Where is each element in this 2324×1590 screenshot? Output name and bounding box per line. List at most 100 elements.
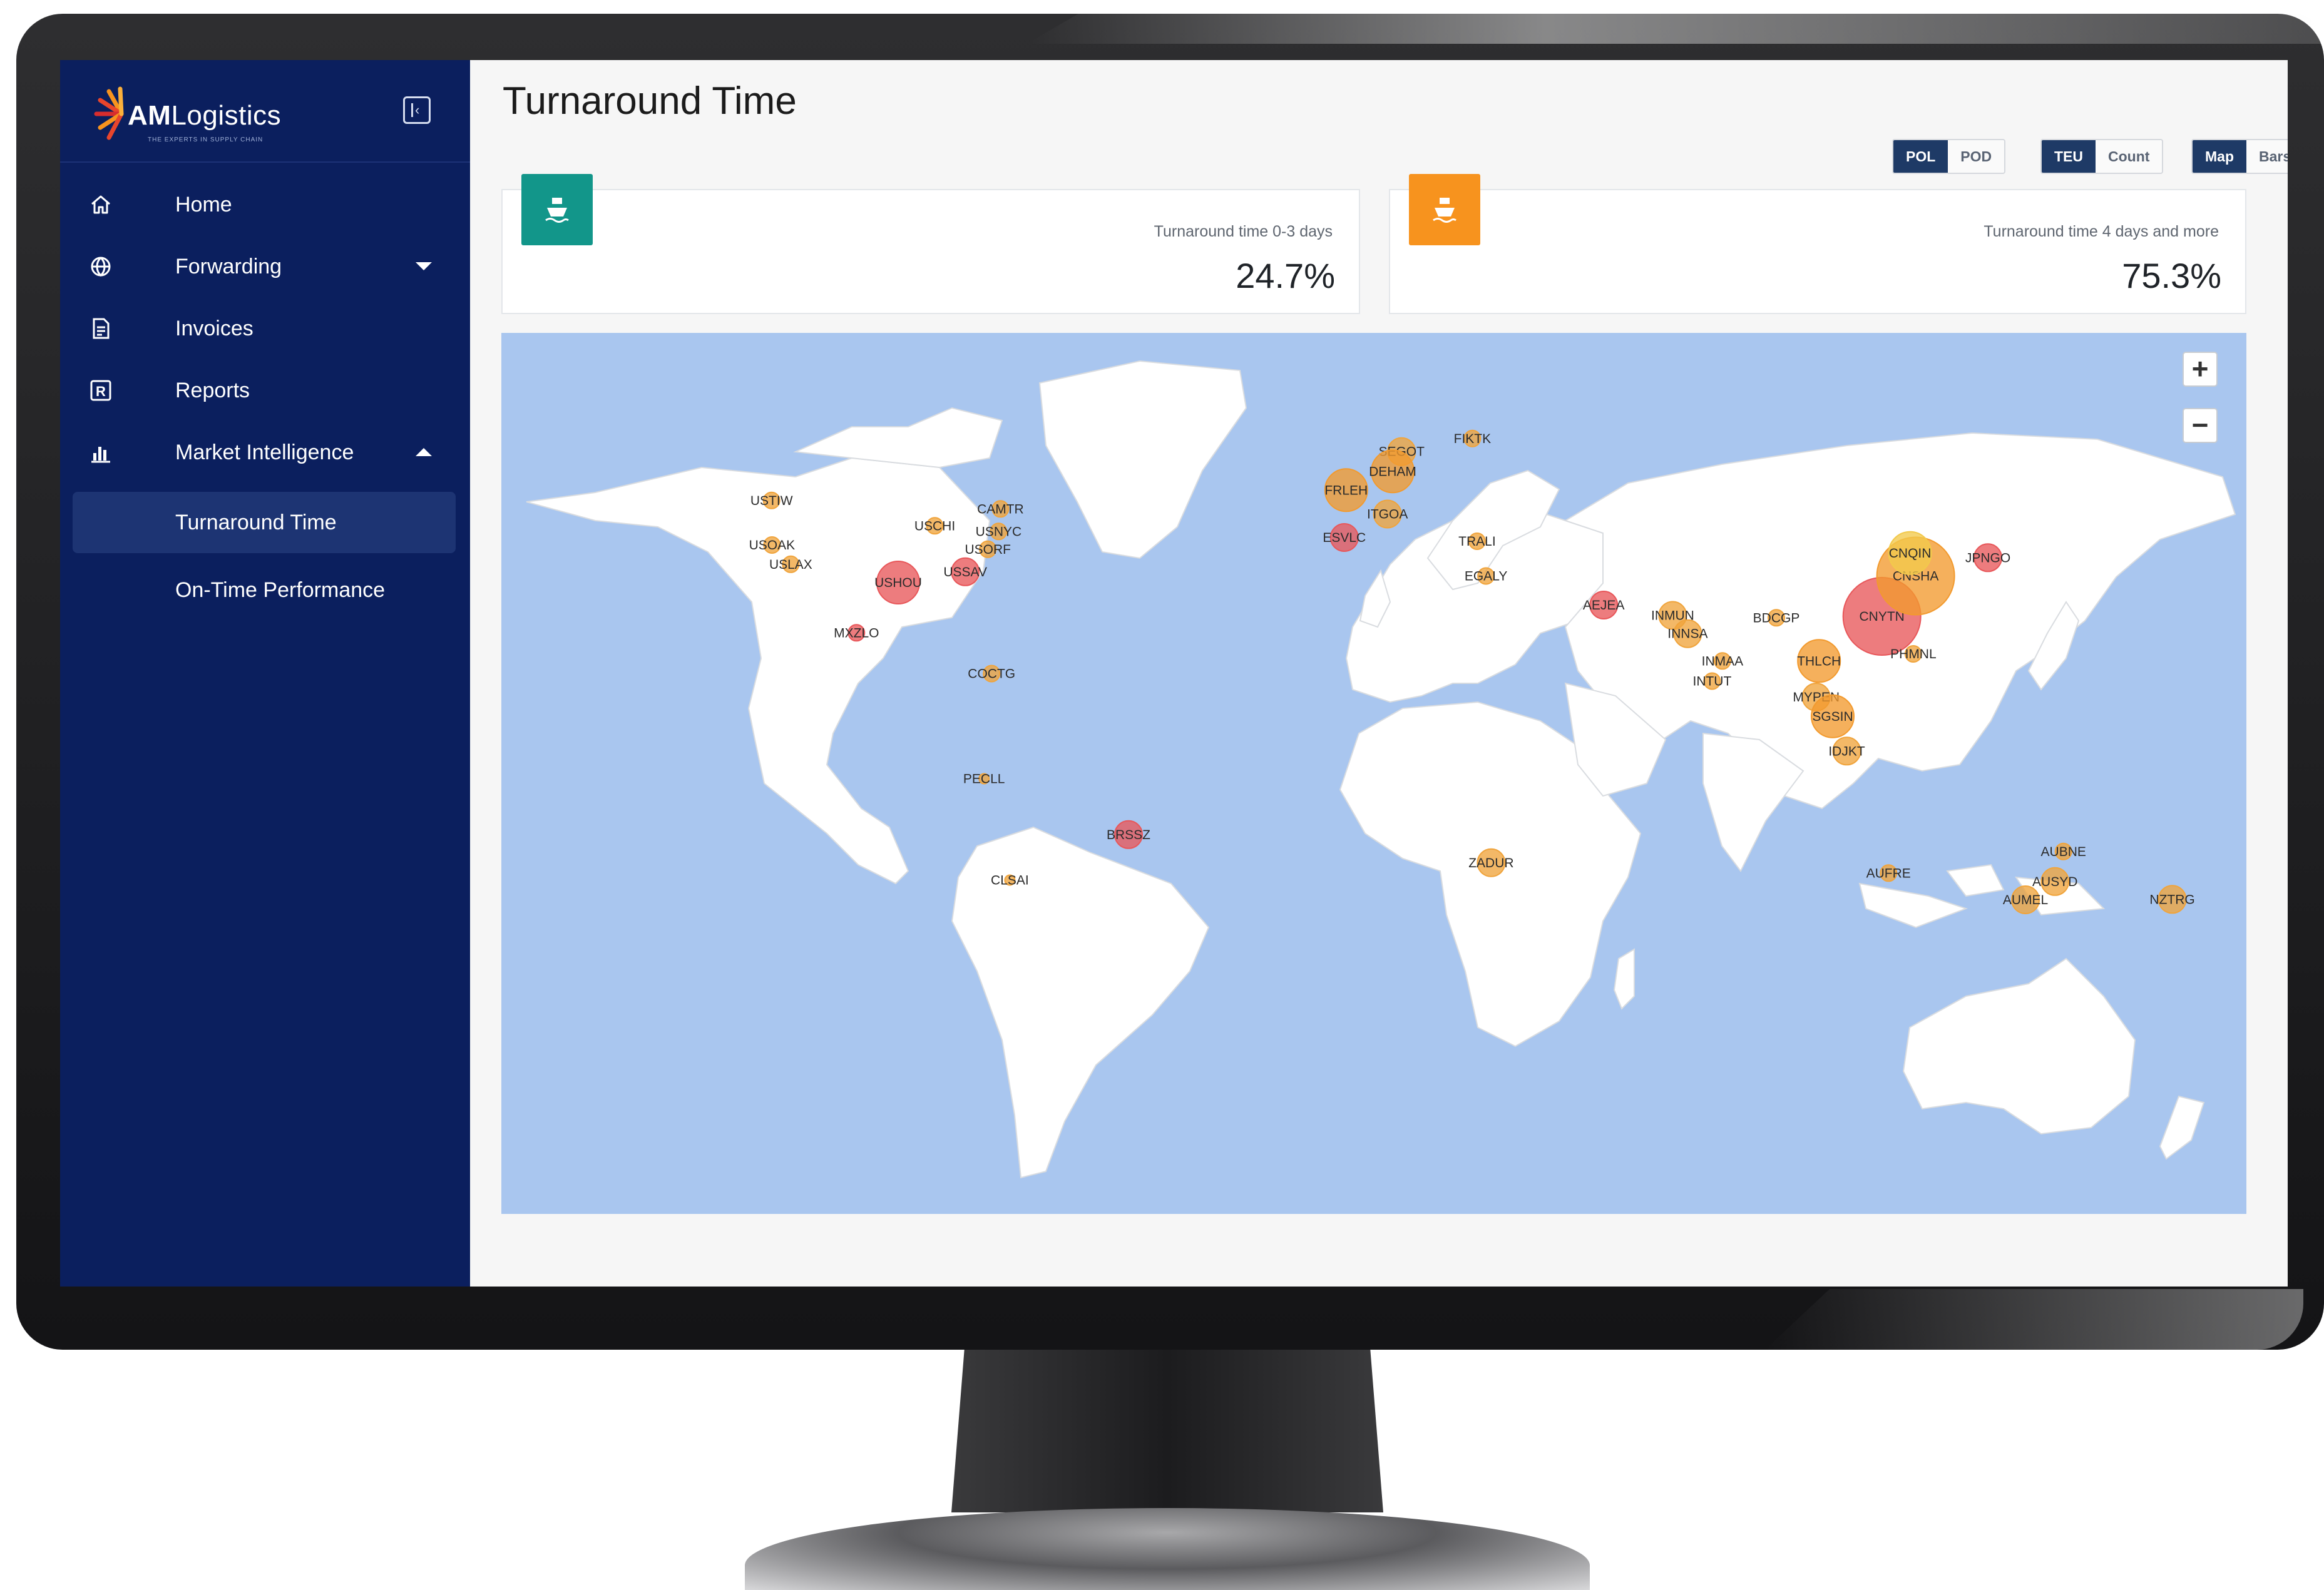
kpi-card-long: Turnaround time 4 days and more 75.3% bbox=[1389, 174, 2246, 314]
map-canvas: FIKTKSEGOTDEHAMFRLEHITGOAESVLCTRALIEGALY… bbox=[526, 360, 2236, 1179]
sidebar-item-forwarding[interactable]: Forwarding bbox=[60, 241, 470, 291]
toggle-teu-button[interactable]: TEU bbox=[2042, 140, 2096, 173]
sidebar-item-home[interactable]: Home bbox=[60, 179, 470, 229]
toggle-map-button[interactable]: Map bbox=[2193, 140, 2246, 173]
svg-text:R: R bbox=[96, 384, 106, 399]
port-label: BRSSZ bbox=[1107, 828, 1150, 842]
port-label: ZADUR bbox=[1468, 856, 1513, 870]
sidebar-item-market-intelligence[interactable]: Market Intelligence bbox=[60, 427, 470, 477]
logo[interactable]: AMLogistics THE EXPERTS IN SUPPLY CHAIN bbox=[90, 79, 441, 151]
port-label: INNSA bbox=[1667, 627, 1707, 641]
port-label: USSAV bbox=[943, 565, 987, 579]
main-content: Turnaround Time POL POD TEU Count Map Ba… bbox=[470, 60, 2288, 1287]
bezel-highlight bbox=[1026, 14, 2324, 44]
bezel-bottom-highlight bbox=[1765, 1289, 2303, 1350]
sidebar-item-label: Reports bbox=[175, 379, 250, 402]
kpi-value: 24.7% bbox=[1236, 256, 1335, 295]
toggle-pod-button[interactable]: POD bbox=[1948, 140, 2004, 173]
port-label: IDJKT bbox=[1828, 744, 1865, 758]
app-screen: AMLogistics THE EXPERTS IN SUPPLY CHAIN … bbox=[60, 60, 2288, 1287]
sidebar-item-invoices[interactable]: Invoices bbox=[60, 303, 470, 353]
port-label: NZTRG bbox=[2149, 892, 2194, 907]
measure-toggle: TEU Count bbox=[2040, 139, 2164, 174]
port-label: MXZLO bbox=[834, 626, 879, 640]
port-label: FIKTK bbox=[1454, 432, 1492, 446]
toggle-pol-button[interactable]: POL bbox=[1893, 140, 1948, 173]
port-label: CNQIN bbox=[1889, 546, 1932, 561]
bar-chart-icon bbox=[91, 447, 110, 463]
port-label: USOAK bbox=[749, 538, 796, 553]
port-label: AUBNE bbox=[2041, 845, 2086, 859]
chevron-up-icon bbox=[416, 448, 432, 456]
arctic-islands-landmass bbox=[793, 407, 1003, 469]
kpi-label: Turnaround time 4 days and more bbox=[1984, 223, 2219, 240]
port-label: ITGOA bbox=[1367, 507, 1408, 522]
port-label: PECLL bbox=[963, 772, 1005, 787]
madagascar-landmass bbox=[1613, 948, 1635, 1010]
sidebar-subitem-label: Turnaround Time bbox=[175, 511, 337, 534]
sidebar-item-reports[interactable]: R Reports bbox=[60, 365, 470, 415]
port-label: AUMEL bbox=[2003, 893, 2048, 907]
port-label: SGSIN bbox=[1812, 710, 1853, 724]
port-label: CLSAI bbox=[991, 874, 1029, 888]
home-icon bbox=[91, 195, 110, 214]
greenland-landmass bbox=[1038, 360, 1247, 559]
globe-icon bbox=[91, 257, 111, 277]
port-label: ESVLC bbox=[1323, 531, 1366, 545]
monitor-stand-base bbox=[745, 1508, 1590, 1590]
port-label: CNYTN bbox=[1860, 609, 1905, 624]
chevron-down-icon bbox=[416, 262, 432, 270]
kpi-value: 75.3% bbox=[2122, 256, 2221, 295]
collapse-sidebar-button[interactable]: ‹ bbox=[403, 96, 431, 124]
view-toggle: Map Bars bbox=[2191, 139, 2288, 174]
sidebar-item-label: Home bbox=[175, 193, 232, 217]
port-label: FRLEH bbox=[1324, 483, 1368, 497]
monitor-stand-neck bbox=[951, 1350, 1383, 1512]
ship-icon bbox=[1409, 174, 1480, 245]
port-label: USLAX bbox=[769, 558, 812, 572]
zoom-in-button[interactable]: + bbox=[2183, 352, 2218, 387]
port-label: INMAA bbox=[1702, 654, 1744, 668]
port-label: AUFRE bbox=[1866, 866, 1911, 880]
port-label: PHMNL bbox=[1890, 647, 1937, 661]
port-label: USCHI bbox=[914, 519, 955, 533]
port-label: TRALI bbox=[1458, 534, 1496, 549]
australia-landmass bbox=[1902, 957, 2136, 1135]
port-label: DEHAM bbox=[1369, 464, 1416, 479]
port-label: USTIW bbox=[750, 494, 793, 508]
collapse-icon: ‹ bbox=[415, 102, 420, 118]
port-label: AEJEA bbox=[1583, 598, 1625, 613]
port-label: EGALY bbox=[1465, 569, 1507, 584]
invoice-icon bbox=[93, 318, 110, 339]
reports-icon: R bbox=[90, 380, 111, 401]
toggle-bars-button[interactable]: Bars bbox=[2246, 140, 2288, 173]
page-title: Turnaround Time bbox=[503, 79, 797, 123]
world-map[interactable]: FIKTKSEGOTDEHAMFRLEHITGOAESVLCTRALIEGALY… bbox=[501, 333, 2246, 1214]
sidebar-item-label: Invoices bbox=[175, 317, 253, 340]
port-label: AUSYD bbox=[2032, 875, 2077, 889]
logo-tagline: THE EXPERTS IN SUPPLY CHAIN bbox=[148, 136, 264, 143]
zoom-out-button[interactable]: − bbox=[2183, 408, 2218, 443]
port-label: USNYC bbox=[976, 524, 1022, 539]
toggle-count-button[interactable]: Count bbox=[2096, 140, 2162, 173]
port-label: BDCGP bbox=[1753, 611, 1800, 625]
sidebar: AMLogistics THE EXPERTS IN SUPPLY CHAIN … bbox=[60, 60, 470, 1287]
port-label: THLCH bbox=[1797, 654, 1841, 668]
new-zealand-landmass bbox=[2159, 1095, 2205, 1160]
sidebar-divider bbox=[60, 161, 470, 163]
port-label: USORF bbox=[965, 543, 1011, 557]
port-label: COCTG bbox=[968, 667, 1015, 681]
port-label: INTUT bbox=[1692, 675, 1731, 689]
port-label: USHOU bbox=[874, 576, 922, 590]
port-label: JPNGO bbox=[1965, 551, 2010, 565]
sidebar-item-label: Market Intelligence bbox=[175, 441, 354, 464]
port-label: CAMTR bbox=[977, 502, 1024, 516]
kpi-card-short: Turnaround time 0-3 days 24.7% bbox=[501, 174, 1360, 314]
kpi-label: Turnaround time 0-3 days bbox=[1154, 223, 1333, 240]
logo-text: AMLogistics bbox=[128, 100, 282, 131]
ship-icon bbox=[521, 174, 593, 245]
sidebar-subitem-on-time-performance[interactable]: On-Time Performance bbox=[175, 578, 385, 602]
port-toggle: POL POD bbox=[1892, 139, 2006, 174]
monitor-mockup: AMLogistics THE EXPERTS IN SUPPLY CHAIN … bbox=[0, 0, 2324, 1590]
sidebar-item-label: Forwarding bbox=[175, 255, 282, 278]
